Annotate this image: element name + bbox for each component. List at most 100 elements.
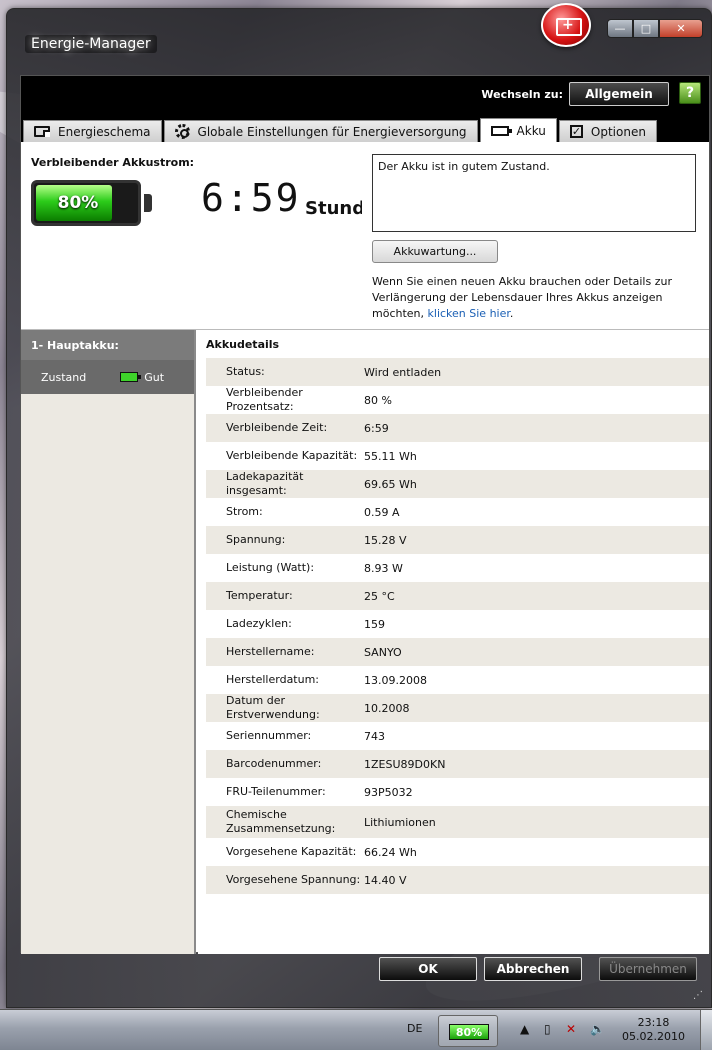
switch-view-button[interactable]: Allgemein (569, 82, 669, 106)
gear-icon (174, 124, 190, 139)
checkbox-icon: ✓ (569, 125, 583, 138)
detail-value: Lithiumionen (364, 815, 436, 829)
table-row: Seriennummer: 743 (206, 722, 709, 750)
detail-key: Ladezyklen: (226, 617, 292, 630)
detail-value: 10.2008 (364, 701, 410, 715)
tab-global-settings[interactable]: Globale Einstellungen für Energieversorg… (163, 120, 478, 142)
maximize-button[interactable]: □ (633, 19, 659, 38)
detail-key: Herstellerdatum: (226, 673, 320, 686)
detail-key: Herstellername: (226, 645, 315, 658)
detail-value: 6:59 (364, 421, 389, 435)
table-row: FRU-Teilenummer: 93P5032 (206, 778, 709, 806)
network-icon[interactable]: ✕ (566, 1022, 576, 1036)
battery-state-row[interactable]: Zustand Gut (21, 360, 194, 394)
energy-manager-window: + Energie-Manager — □ ✕ Wechseln zu: All… (6, 3, 712, 1008)
tab-akku[interactable]: Akku (479, 118, 557, 142)
taskbar: DE 80% ▲ ▯ ✕ 🔈 23:18 05.02.2010 (0, 1009, 712, 1050)
clock-time: 23:18 (637, 1016, 670, 1029)
close-button[interactable]: ✕ (659, 19, 703, 38)
table-row: Ladezyklen: 159 (206, 610, 709, 638)
detail-key: Leistung (Watt): (226, 561, 315, 574)
detail-value: SANYO (364, 645, 402, 659)
info-end: . (509, 307, 514, 320)
battery-list: 1- Hauptakku: Zustand Gut (21, 330, 196, 954)
ok-button[interactable]: OK (379, 957, 477, 981)
show-hidden-icons-icon[interactable]: ▲ (520, 1022, 529, 1036)
tab-label: Globale Einstellungen für Energieversorg… (197, 124, 467, 139)
detail-value: 0.59 A (364, 505, 400, 519)
detail-key: Vorgesehene Spannung: (226, 873, 361, 886)
detail-value: 13.09.2008 (364, 673, 427, 687)
detail-key: FRU-Teilenummer: (226, 785, 326, 798)
table-row: Spannung: 15.28 V (206, 526, 709, 554)
volume-icon[interactable]: 🔈 (590, 1022, 605, 1036)
table-row: Verbleibende Zeit: 6:59 (206, 414, 709, 442)
table-row: Datum der Erstverwendung: 10.2008 (206, 694, 709, 722)
battery-good-icon (120, 372, 142, 382)
detail-value: 80 % (364, 393, 392, 407)
remaining-label: Verbleibender Akkustrom: (31, 156, 195, 169)
table-row: Status: Wird entladen (206, 358, 709, 386)
table-row: Herstellername: SANYO (206, 638, 709, 666)
show-desktop-button[interactable] (700, 1010, 712, 1050)
taskbar-battery-gauge[interactable]: 80% (438, 1015, 498, 1047)
battery-logo-icon: + (541, 3, 591, 47)
window-title: Energie-Manager (25, 35, 157, 53)
table-row: Verbleibende Kapazität: 55.11 Wh (206, 442, 709, 470)
state-label: Zustand (41, 370, 87, 384)
detail-value: 69.65 Wh (364, 477, 417, 491)
battery-gauge: 80% (31, 180, 141, 226)
table-row: Barcodenummer: 1ZESU89D0KN (206, 750, 709, 778)
minimize-button[interactable]: — (607, 19, 633, 38)
battery-list-header[interactable]: 1- Hauptakku: (21, 330, 194, 360)
detail-value: 66.24 Wh (364, 845, 417, 859)
detail-value: 55.11 Wh (364, 449, 417, 463)
apply-button[interactable]: Übernehmen (599, 957, 697, 981)
detail-value: 25 °C (364, 589, 395, 603)
battery-maintenance-button[interactable]: Akkuwartung... (372, 240, 498, 263)
state-value: Gut (120, 371, 164, 384)
table-row: Chemische Zusammensetzung: Lithiumionen (206, 806, 709, 838)
detail-key: Verbleibender Prozentsatz: (226, 386, 303, 413)
remaining-time-unit: Stunden (305, 198, 362, 219)
resize-grip-icon[interactable]: ⋰ (693, 990, 703, 1001)
language-indicator[interactable]: DE (407, 1022, 422, 1035)
detail-key: Verbleibende Zeit: (226, 421, 328, 434)
cancel-button[interactable]: Abbrechen (484, 957, 582, 981)
battery-tray-icon[interactable]: ▯ (544, 1022, 551, 1036)
clock-date: 05.02.2010 (622, 1030, 685, 1043)
table-row: Verbleibender Prozentsatz: 80 % (206, 386, 709, 414)
detail-value: 15.28 V (364, 533, 407, 547)
battery-status-box: Der Akku ist in gutem Zustand. (372, 154, 696, 232)
remaining-time: 6:59 (201, 176, 301, 220)
detail-key: Spannung: (226, 533, 286, 546)
tab-label: Energieschema (58, 124, 151, 139)
detail-key: Ladekapazität insgesamt: (226, 470, 304, 497)
detail-value: Wird entladen (364, 365, 442, 379)
detail-key: Barcodenummer: (226, 757, 322, 770)
table-row: Temperatur: 25 °C (206, 582, 709, 610)
battery-icon (490, 125, 512, 136)
detail-key: Seriennummer: (226, 729, 312, 742)
detail-value: 743 (364, 729, 385, 743)
table-row: Leistung (Watt): 8.93 W (206, 554, 709, 582)
detail-key: Temperatur: (226, 589, 293, 602)
detail-key: Vorgesehene Kapazität: (226, 845, 357, 858)
battery-details: Akkudetails Status: Wird entladen Verbleib… (198, 330, 709, 954)
details-title: Akkudetails (206, 338, 280, 351)
battery-percent: 80% (57, 193, 99, 213)
info-text: Wenn Sie einen neuen Akku brauchen oder … (372, 275, 672, 320)
window-controls: — □ ✕ (607, 19, 703, 38)
detail-value: 93P5032 (364, 785, 413, 799)
clock[interactable]: 23:18 05.02.2010 (622, 1016, 685, 1044)
detail-key: Verbleibende Kapazität: (226, 449, 358, 462)
switch-label: Wechseln zu: (481, 88, 563, 101)
table-row: Herstellerdatum: 13.09.2008 (206, 666, 709, 694)
info-link[interactable]: klicken Sie hier (428, 307, 510, 320)
tab-optionen[interactable]: ✓ Optionen (558, 120, 657, 142)
state-text: Gut (144, 370, 165, 384)
help-icon[interactable]: ? (679, 82, 701, 104)
table-row: Strom: 0.59 A (206, 498, 709, 526)
tab-label: Akku (516, 123, 546, 138)
tab-energieschema[interactable]: Energieschema (23, 120, 162, 142)
